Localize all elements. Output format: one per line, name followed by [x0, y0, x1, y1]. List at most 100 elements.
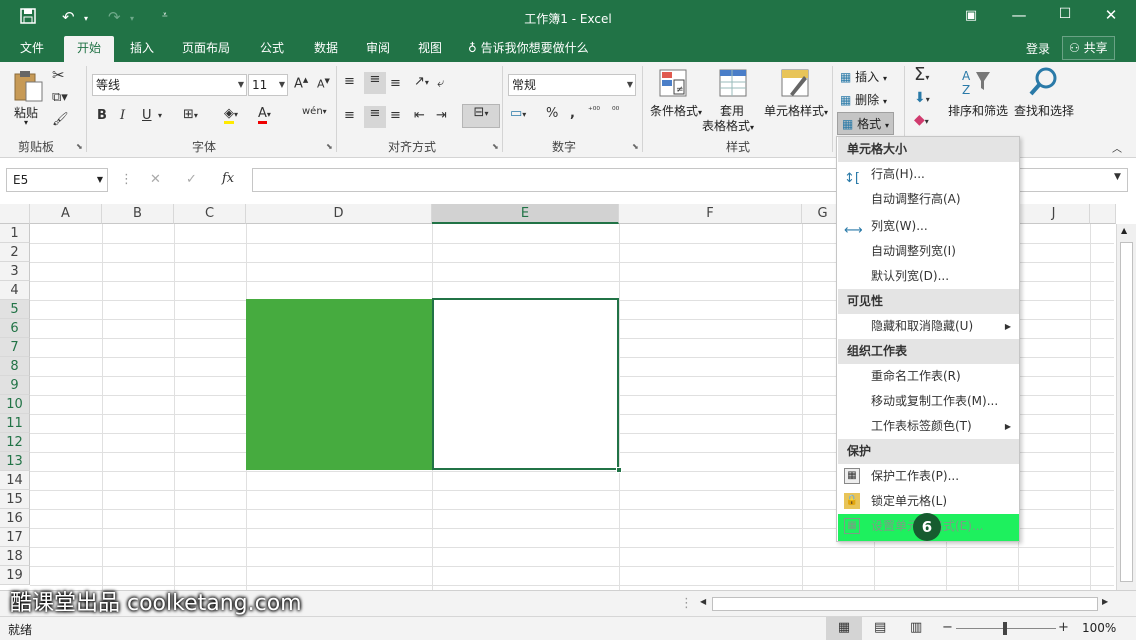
- normal-view-icon[interactable]: ▦: [826, 617, 862, 640]
- row-header[interactable]: 9: [0, 376, 30, 395]
- selected-range[interactable]: [432, 298, 619, 470]
- row-header[interactable]: 13: [0, 452, 30, 471]
- font-size-select[interactable]: 11 ▼: [248, 74, 288, 96]
- align-top-icon[interactable]: ≡: [344, 74, 355, 89]
- increase-decimal-icon[interactable]: ⁺⁰⁰: [588, 106, 600, 116]
- alignment-launcher-icon[interactable]: ⬊: [492, 142, 499, 151]
- zoom-in-icon[interactable]: +: [1058, 620, 1069, 635]
- menu-item-protect-sheet[interactable]: ▦ 保护工作表(P)...: [838, 464, 1019, 489]
- row-header[interactable]: 10: [0, 395, 30, 414]
- zoom-out-icon[interactable]: −: [942, 620, 953, 635]
- comma-icon[interactable]: ,: [570, 106, 575, 121]
- ribbon-display-icon[interactable]: ▣: [956, 8, 986, 23]
- font-color-icon[interactable]: A▾: [258, 106, 271, 124]
- cut-icon[interactable]: ✂: [52, 66, 65, 84]
- login-link[interactable]: 登录: [1026, 40, 1050, 57]
- zoom-level[interactable]: 100%: [1082, 621, 1116, 635]
- accounting-format-icon[interactable]: ▭▾: [510, 106, 526, 121]
- borders-icon[interactable]: ⊞▾: [183, 107, 198, 122]
- row-header[interactable]: 15: [0, 490, 30, 509]
- row-header[interactable]: 17: [0, 528, 30, 547]
- row-header[interactable]: 7: [0, 338, 30, 357]
- share-button[interactable]: ⚇ 共享: [1062, 36, 1115, 60]
- menu-item-move-copy-sheet[interactable]: 移动或复制工作表(M)...: [838, 389, 1019, 414]
- column-header[interactable]: B: [102, 204, 174, 224]
- horizontal-scrollbar[interactable]: [712, 597, 1098, 611]
- conditional-format-icon[interactable]: ≠: [658, 68, 690, 100]
- menu-item-hide-unhide[interactable]: 隐藏和取消隐藏(U) ▶: [838, 314, 1019, 339]
- fill-color-icon[interactable]: ◈▾: [224, 106, 238, 124]
- paste-icon[interactable]: [12, 68, 44, 102]
- tab-splitter-icon[interactable]: ⋮: [680, 596, 693, 611]
- row-header[interactable]: 14: [0, 471, 30, 490]
- row-header[interactable]: 16: [0, 509, 30, 528]
- fill-icon[interactable]: ⬇▾: [914, 90, 930, 106]
- confirm-entry-icon[interactable]: ✓: [186, 172, 197, 187]
- vertical-scroll-thumb[interactable]: [1120, 242, 1133, 582]
- find-select-button[interactable]: 查找和选择: [1014, 102, 1074, 119]
- number-launcher-icon[interactable]: ⬊: [632, 142, 639, 151]
- column-header[interactable]: J: [1018, 204, 1090, 224]
- clipboard-launcher-icon[interactable]: ⬊: [76, 142, 83, 151]
- tab-home[interactable]: 开始: [64, 36, 114, 62]
- bold-button[interactable]: B: [97, 108, 107, 123]
- close-icon[interactable]: ✕: [1096, 6, 1126, 24]
- column-header[interactable]: A: [30, 204, 102, 224]
- row-header[interactable]: 5: [0, 300, 30, 319]
- column-header[interactable]: D: [246, 204, 432, 224]
- tab-view[interactable]: 视图: [408, 36, 452, 62]
- align-middle-icon[interactable]: ≡: [364, 72, 386, 94]
- percent-icon[interactable]: %: [546, 106, 558, 121]
- column-header[interactable]: E: [432, 204, 619, 224]
- tab-formulas[interactable]: 公式: [250, 36, 294, 62]
- paste-dropdown-icon[interactable]: ▾: [24, 118, 28, 127]
- minimize-icon[interactable]: —: [1004, 6, 1034, 24]
- row-header[interactable]: 12: [0, 433, 30, 452]
- row-header[interactable]: 6: [0, 319, 30, 338]
- insert-cells-button[interactable]: ▦ 插入 ▾: [840, 68, 887, 85]
- delete-cells-button[interactable]: ▦ 删除 ▾: [840, 91, 887, 108]
- green-filled-range[interactable]: [246, 299, 432, 470]
- page-break-view-icon[interactable]: ▥: [910, 620, 922, 635]
- orientation-icon[interactable]: ↗▾: [414, 74, 429, 89]
- format-as-table-button[interactable]: 表格格式▾: [702, 117, 754, 134]
- phonetic-icon[interactable]: wén▾: [302, 106, 327, 117]
- align-right-icon[interactable]: ≡: [390, 108, 401, 123]
- menu-item-column-width[interactable]: ⟷ 列宽(W)...: [838, 214, 1019, 239]
- format-cells-button[interactable]: ▦ 格式 ▾: [837, 112, 895, 135]
- row-header[interactable]: 1: [0, 224, 30, 243]
- column-header[interactable]: F: [619, 204, 802, 224]
- decrease-indent-icon[interactable]: ⇤: [414, 108, 425, 123]
- tab-data[interactable]: 数据: [304, 36, 348, 62]
- tab-page-layout[interactable]: 页面布局: [174, 36, 238, 62]
- cancel-entry-icon[interactable]: ✕: [150, 172, 161, 187]
- align-bottom-icon[interactable]: ≡: [390, 76, 401, 91]
- menu-item-autofit-row[interactable]: 自动调整行高(A): [838, 187, 1019, 212]
- tab-review[interactable]: 审阅: [356, 36, 400, 62]
- menu-item-row-height[interactable]: ↕[ 行高(H)...: [838, 162, 1019, 187]
- italic-button[interactable]: I: [120, 108, 125, 123]
- row-header[interactable]: 18: [0, 547, 30, 566]
- insert-function-button[interactable]: fx: [222, 171, 234, 186]
- scroll-left-icon[interactable]: ◀: [700, 597, 706, 606]
- increase-font-icon[interactable]: A▲: [294, 76, 308, 91]
- cell-styles-icon[interactable]: [780, 68, 812, 100]
- select-all-corner[interactable]: [0, 204, 30, 224]
- column-header[interactable]: C: [174, 204, 246, 224]
- fill-handle[interactable]: [616, 467, 622, 473]
- collapse-ribbon-icon[interactable]: ︿: [1112, 140, 1122, 155]
- sort-filter-icon[interactable]: AZ: [960, 68, 992, 100]
- menu-item-rename-sheet[interactable]: 重命名工作表(R): [838, 364, 1019, 389]
- font-launcher-icon[interactable]: ⬊: [326, 142, 333, 151]
- row-header[interactable]: 19: [0, 566, 30, 585]
- page-layout-view-icon[interactable]: ▤: [874, 620, 886, 635]
- zoom-slider-thumb[interactable]: [1003, 622, 1007, 635]
- row-header[interactable]: 11: [0, 414, 30, 433]
- row-header[interactable]: 2: [0, 243, 30, 262]
- font-name-select[interactable]: 等线 ▼: [92, 74, 247, 96]
- tell-me-box[interactable]: ♁ 告诉我你想要做什么: [468, 36, 602, 62]
- scroll-up-icon[interactable]: ▲: [1121, 226, 1127, 235]
- format-as-table-icon[interactable]: [718, 68, 750, 100]
- tab-file[interactable]: 文件: [10, 36, 54, 62]
- copy-icon[interactable]: ⧉▾: [52, 90, 68, 105]
